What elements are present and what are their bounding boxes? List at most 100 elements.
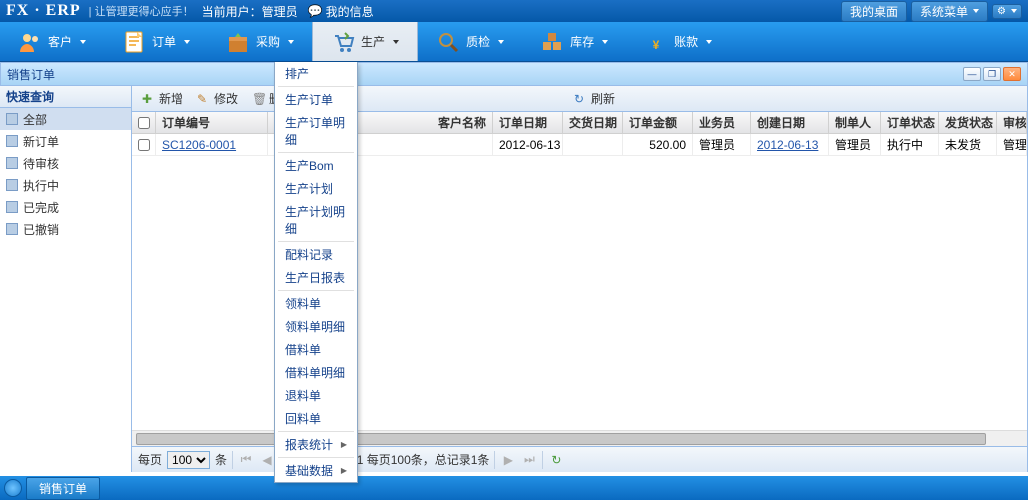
horizontal-scrollbar[interactable] [132,430,1027,446]
toolbar-production[interactable]: 生产 [312,22,418,61]
maximize-button[interactable]: ❐ [983,67,1001,81]
svg-text:¥: ¥ [653,38,660,52]
dd-batching-record[interactable]: 配料记录 [275,243,357,266]
sidebar-item-running[interactable]: 执行中 [0,174,131,196]
col-amount[interactable]: 订单金额 [623,112,693,133]
col-order-status[interactable]: 订单状态 [881,112,939,133]
box-icon [226,30,250,54]
col-ship-status[interactable]: 发货状态 [939,112,997,133]
sidebar-item-new[interactable]: 新订单 [0,130,131,152]
col-order-no[interactable]: 订单编号 [156,112,268,133]
panel-title: 销售订单 [7,66,55,83]
col-create-date[interactable]: 创建日期 [751,112,829,133]
order-link[interactable]: SC1206-0001 [162,138,236,152]
col-order-date[interactable]: 订单日期 [493,112,563,133]
dd-prod-order[interactable]: 生产订单 [275,88,357,111]
document-icon [122,30,146,54]
date-link[interactable]: 2012-06-13 [757,138,818,152]
sidebar-item-all[interactable]: 全部 [0,108,131,130]
chevron-down-icon [973,9,979,13]
my-messages-link[interactable]: 💬 我的信息 [308,3,374,20]
refresh-page-button[interactable]: ↻ [548,452,564,468]
gear-icon: ⚙ [997,6,1006,17]
people-icon [18,30,42,54]
next-page-button[interactable]: ▶ [500,452,516,468]
toolbar-qc[interactable]: 质检 [418,22,522,61]
start-button[interactable] [4,479,22,497]
dd-scheduling[interactable]: 排产 [275,62,357,85]
row-checkbox[interactable] [138,139,150,151]
list-icon [6,179,18,191]
col-audit[interactable]: 审核 [997,112,1027,133]
header-bar: FX · ERP | 让管理更得心应手！ 当前用户：管理员 💬 我的信息 我的桌… [0,0,1028,22]
yen-icon: ¥ [644,30,668,54]
main-panel: ✚新增 ✎修改 🗑删除 ↻刷新 订单编号 客户名称 订单日期 交货日期 订单金额… [132,86,1028,472]
grid-toolbar: ✚新增 ✎修改 🗑删除 ↻刷新 [132,86,1027,112]
dd-report-stats[interactable]: 报表统计▶ [275,433,357,456]
list-icon [6,223,18,235]
cart-icon [331,30,355,54]
page-size-select[interactable]: 100 [167,451,210,469]
taskbar-task[interactable]: 销售订单 [26,477,100,500]
toolbar-inventory[interactable]: 库存 [522,22,626,61]
slogan: | 让管理更得心应手！ [89,3,194,19]
dd-daily-report[interactable]: 生产日报表 [275,266,357,289]
logo: FX · ERP [6,2,81,20]
dd-return-list[interactable]: 退料单 [275,384,357,407]
pencil-icon: ✎ [197,92,211,106]
select-all-checkbox[interactable] [138,117,150,129]
settings-button[interactable]: ⚙ [992,4,1022,19]
my-desktop-button[interactable]: 我的桌面 [841,1,907,22]
col-salesman[interactable]: 业务员 [693,112,751,133]
magnifier-icon [436,30,460,54]
toolbar-finance[interactable]: ¥ 账款 [626,22,730,61]
edit-button[interactable]: ✎修改 [191,88,244,109]
col-maker[interactable]: 制单人 [829,112,881,133]
dd-prod-plan[interactable]: 生产计划 [275,177,357,200]
list-icon [6,157,18,169]
chevron-right-icon: ▶ [341,466,347,475]
dd-back-list[interactable]: 回料单 [275,407,357,430]
dd-base-data[interactable]: 基础数据▶ [275,459,357,482]
sidebar-title: 快速查询 [0,86,131,108]
system-menu-button[interactable]: 系统菜单 [911,1,988,22]
chat-icon: 💬 [308,4,323,18]
toolbar-customer[interactable]: 客户 [0,22,104,61]
dd-pick-list[interactable]: 领料单 [275,292,357,315]
sidebar: 快速查询 全部 新订单 待审核 执行中 已完成 已撤销 [0,86,132,472]
dd-prod-order-detail[interactable]: 生产订单明细 [275,111,357,151]
trash-icon: 🗑 [252,92,266,106]
dd-prod-bom[interactable]: 生产Bom [275,154,357,177]
boxes-icon [540,30,564,54]
taskbar: 销售订单 [0,476,1028,500]
dd-borrow-list-detail[interactable]: 借料单明细 [275,361,357,384]
refresh-icon: ↻ [574,92,588,106]
panel-header: 销售订单 — ❐ ✕ [0,62,1028,86]
current-user: 当前用户：管理员 [202,3,298,20]
close-button[interactable]: ✕ [1003,67,1021,81]
dd-pick-list-detail[interactable]: 领料单明细 [275,315,357,338]
paging-bar: 每页 100 条 ⏮ ◀ 当前 / 1 每页100条，总记录1条 ▶ ⏭ ↻ [132,446,1027,472]
sidebar-item-done[interactable]: 已完成 [0,196,131,218]
refresh-button[interactable]: ↻刷新 [568,88,621,109]
dd-borrow-list[interactable]: 借料单 [275,338,357,361]
sidebar-item-pending[interactable]: 待审核 [0,152,131,174]
main-toolbar: 客户 订单 采购 生产 质检 库存 ¥ 账款 [0,22,1028,62]
col-delivery-date[interactable]: 交货日期 [563,112,623,133]
add-button[interactable]: ✚新增 [136,88,189,109]
grid-header: 订单编号 客户名称 订单日期 交货日期 订单金额 业务员 创建日期 制单人 订单… [132,112,1027,134]
last-page-button[interactable]: ⏭ [521,452,537,468]
dd-prod-plan-detail[interactable]: 生产计划明细 [275,200,357,240]
list-icon [6,201,18,213]
minimize-button[interactable]: — [963,67,981,81]
list-icon [6,113,18,125]
list-icon [6,135,18,147]
toolbar-order[interactable]: 订单 [104,22,208,61]
sidebar-item-cancelled[interactable]: 已撤销 [0,218,131,240]
toolbar-purchase[interactable]: 采购 [208,22,312,61]
grid-body: SC1206-0001 C 2012-06-13 520.00 管理员 2012… [132,134,1027,446]
prev-page-button[interactable]: ◀ [259,452,275,468]
chevron-right-icon: ▶ [341,440,347,449]
first-page-button[interactable]: ⏮ [238,452,254,468]
table-row[interactable]: SC1206-0001 C 2012-06-13 520.00 管理员 2012… [132,134,1027,156]
